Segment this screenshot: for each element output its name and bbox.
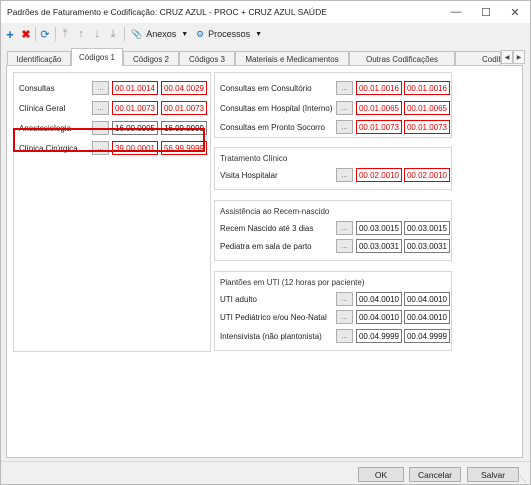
lookup-button[interactable]: ... [336,239,353,253]
lookup-button[interactable]: ... [336,329,353,343]
paperclip-icon: 📎 [131,28,143,39]
code-end-field[interactable]: 00.04.0010 [404,292,450,306]
footer-separator [1,461,530,462]
row-label: UTI adulto [220,295,257,304]
tab-codigos-2[interactable]: Códigos 2 [123,51,179,66]
tab-panel-codigos-1: Consultas ... 00.01.0014 00.04.0029 Clín… [6,65,523,458]
code-start-field[interactable]: 00.04.0010 [356,292,402,306]
tab-identificacao[interactable]: Identificação [7,51,71,66]
tab-scroll-right-icon[interactable]: ▶ [513,50,525,64]
move-up-icon[interactable]: ↑ [74,26,88,42]
group-title: Plantões em UTI (12 horas por paciente) [220,278,365,287]
lookup-button[interactable]: ... [336,310,353,324]
chevron-down-icon: ▼ [255,30,263,38]
ok-button[interactable]: OK [358,467,404,482]
lookup-button[interactable]: ... [336,101,353,115]
group-title: Assistência ao Recem-nascido [220,207,330,216]
group-general-codes: Consultas ... 00.01.0014 00.04.0029 Clín… [13,72,211,352]
lookup-button[interactable]: ... [336,168,353,182]
code-end-field[interactable]: 00.01.0016 [404,81,450,95]
tab-codigos-1[interactable]: Códigos 1 [71,48,123,66]
anexos-label: Anexos [146,29,177,39]
code-start-field[interactable]: 00.01.0073 [356,120,402,134]
group-consultas: Consultas em Consultório ... 00.01.0016 … [214,72,452,138]
code-end-field[interactable]: 00.03.0031 [404,239,450,253]
tab-strip: Identificação Códigos 1 Códigos 2 Código… [1,48,530,66]
code-end-field[interactable]: 00.01.0073 [161,101,207,115]
save-button[interactable]: Salvar [467,467,519,482]
add-icon[interactable]: + [3,26,17,42]
code-start-field[interactable]: 00.02.0010 [356,168,402,182]
move-down-icon[interactable]: ↓ [90,26,104,42]
toolbar-separator [55,27,56,41]
row-label: Pediatra em sala de parto [220,242,312,251]
code-end-field[interactable]: 00.03.0015 [404,221,450,235]
minimize-icon[interactable]: — [441,1,471,23]
lookup-button[interactable]: ... [92,101,109,115]
toolbar-separator [35,27,36,41]
refresh-icon[interactable]: ⟳ [38,26,52,42]
highlight-box [13,128,205,152]
lookup-button[interactable]: ... [92,81,109,95]
lookup-button[interactable]: ... [336,292,353,306]
toolbar-separator [124,27,125,41]
code-start-field[interactable]: 00.04.9999 [356,329,402,343]
chevron-down-icon: ▼ [181,30,189,38]
row-label: Recem Nascido até 3 dias [220,224,314,233]
code-start-field[interactable]: 00.01.0073 [112,101,158,115]
row-label: Clínica Geral [19,104,66,113]
code-end-field[interactable]: 00.04.0029 [161,81,207,95]
code-end-field[interactable]: 00.04.9999 [404,329,450,343]
row-label: Consultas [19,84,55,93]
code-end-field[interactable]: 00.04.0010 [404,310,450,324]
tab-materiais-medicamentos[interactable]: Materiais e Medicamentos [235,51,349,66]
row-label: Consultas em Pronto Socorro [220,123,325,132]
row-label: Visita Hospitalar [220,171,278,180]
cancel-button[interactable]: Cancelar [409,467,461,482]
tab-codif[interactable]: Codif [455,51,501,66]
lookup-button[interactable]: ... [336,120,353,134]
tab-scroll-left-icon[interactable]: ◀ [501,50,513,64]
tab-codigos-3[interactable]: Códigos 3 [179,51,235,66]
row-label: Consultas em Hospital (Interno) [220,104,333,113]
code-start-field[interactable]: 00.04.0010 [356,310,402,324]
group-plantoes-uti: Plantões em UTI (12 horas por paciente) … [214,271,452,351]
window-title: Padrões de Faturamento e Codificação: CR… [7,7,327,17]
processos-menu[interactable]: ⚙ Processos ▼ [196,26,262,42]
code-start-field[interactable]: 00.03.0031 [356,239,402,253]
row-label: UTI Pediátrico e/ou Neo-Natal [220,313,327,322]
group-tratamento-clinico: Tratamento Clínico Visita Hospitalar ...… [214,147,452,190]
anexos-menu[interactable]: 📎 Anexos ▼ [131,26,188,42]
delete-icon[interactable]: ✖ [19,26,33,42]
code-end-field[interactable]: 00.02.0010 [404,168,450,182]
code-end-field[interactable]: 00.01.0065 [404,101,450,115]
move-top-icon[interactable]: ⤒ [58,26,72,42]
code-start-field[interactable]: 00.01.0014 [112,81,158,95]
move-bottom-icon[interactable]: ⤓ [106,26,120,42]
lookup-button[interactable]: ... [336,221,353,235]
close-icon[interactable]: ✕ [500,1,530,23]
processos-label: Processos [208,29,251,39]
row-label: Intensivista (não plantonista) [220,332,322,341]
title-bar: Padrões de Faturamento e Codificação: CR… [1,1,530,23]
code-start-field[interactable]: 00.03.0015 [356,221,402,235]
maximize-icon[interactable]: ☐ [471,1,501,23]
code-start-field[interactable]: 00.01.0065 [356,101,402,115]
resize-grip-icon[interactable]: ⋱ [519,475,526,483]
row-label: Consultas em Consultório [220,84,312,93]
tab-outras-codificacoes[interactable]: Outras Codificações [349,51,455,66]
gear-icon: ⚙ [196,28,205,39]
code-start-field[interactable]: 00.01.0016 [356,81,402,95]
toolbar: + ✖ ⟳ ⤒ ↑ ↓ ⤓ 📎 Anexos ▼ ⚙ Processos ▼ [1,23,530,45]
code-end-field[interactable]: 00.01.0073 [404,120,450,134]
group-assistencia-recem-nascido: Assistência ao Recem-nascido Recem Nasci… [214,200,452,261]
dialog-window: Padrões de Faturamento e Codificação: CR… [0,0,531,485]
lookup-button[interactable]: ... [336,81,353,95]
group-title: Tratamento Clínico [220,154,288,163]
